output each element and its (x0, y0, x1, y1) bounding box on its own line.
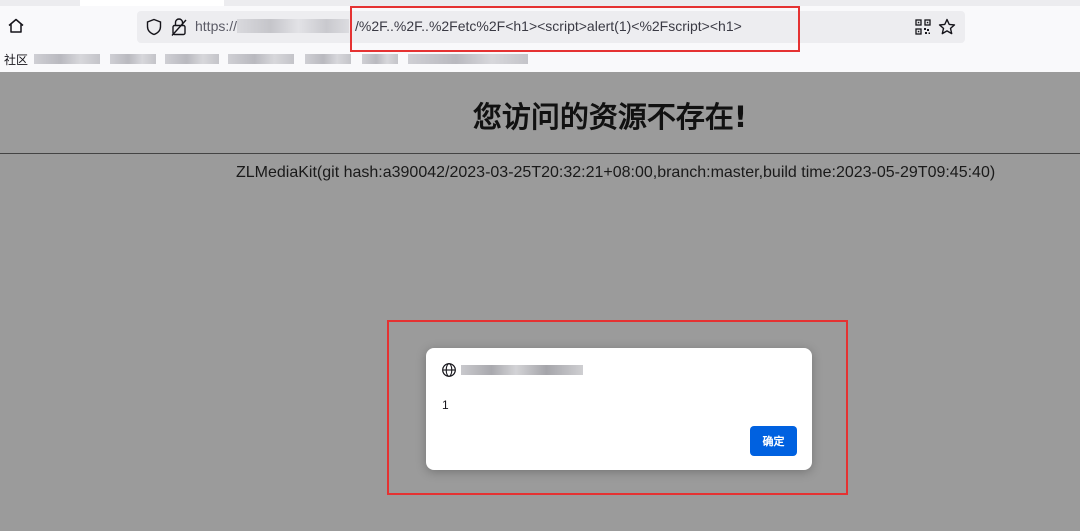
bookmark-item[interactable] (408, 54, 528, 64)
shield-icon[interactable] (145, 18, 163, 36)
url-scheme: https:// (195, 18, 238, 34)
bookmark-item[interactable] (362, 54, 398, 64)
globe-icon (442, 363, 456, 377)
url-highlight-box (350, 6, 800, 52)
divider (0, 153, 1080, 154)
redacted-host (237, 19, 350, 33)
qr-code-icon[interactable] (915, 19, 931, 35)
alert-message: 1 (442, 398, 449, 412)
bookmark-item[interactable] (165, 54, 219, 64)
bookmark-item[interactable] (305, 54, 351, 64)
server-info: ZLMediaKit(git hash:a390042/2023-03-25T2… (236, 164, 996, 181)
lock-icon[interactable] (170, 17, 188, 37)
alert-dialog: 1 确定 (426, 348, 812, 470)
redacted-origin (461, 365, 583, 375)
bookmark-item[interactable] (34, 54, 100, 64)
home-icon[interactable] (6, 16, 26, 36)
bookmark-item[interactable] (228, 54, 294, 64)
bookmark-item[interactable] (110, 54, 156, 64)
star-icon[interactable] (937, 17, 957, 37)
ok-button[interactable]: 确定 (750, 426, 797, 456)
bookmark-item[interactable]: 社区 (4, 51, 28, 68)
page-title: 您访问的资源不存在! (472, 100, 748, 134)
active-tab[interactable] (80, 0, 224, 6)
